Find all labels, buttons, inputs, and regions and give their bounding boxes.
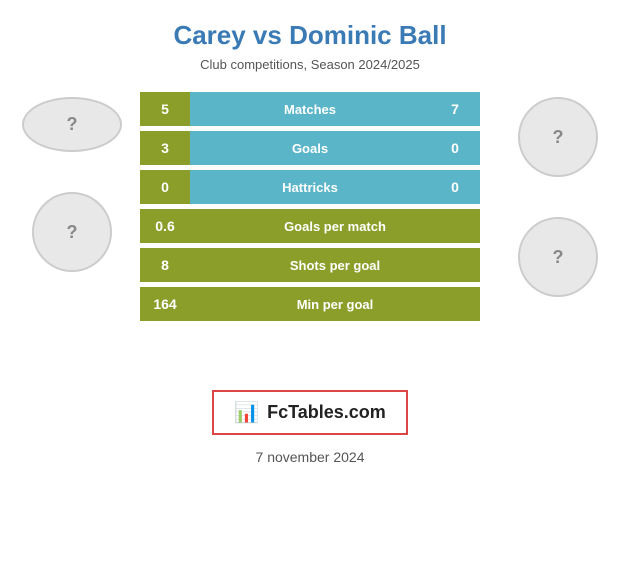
page-container: Carey vs Dominic Ball Club competitions,… — [0, 0, 620, 580]
gpm-left-val: 0.6 — [140, 209, 190, 243]
avatar-right-mid: ? — [518, 217, 598, 297]
brand-icon: 📊 — [234, 400, 259, 425]
spg-left-val: 8 — [140, 248, 190, 282]
mpg-label: Min per goal — [190, 287, 480, 321]
goals-label: Goals — [190, 131, 430, 165]
stats-table: 5 Matches 7 3 Goals 0 0 Hattricks 0 0.6 … — [140, 92, 480, 321]
page-title: Carey vs Dominic Ball — [173, 20, 446, 51]
goals-right-val: 0 — [430, 131, 480, 165]
stat-row-gpm: 0.6 Goals per match — [140, 209, 480, 243]
stat-row-hattricks: 0 Hattricks 0 — [140, 170, 480, 204]
avatar-left-top: ? — [22, 97, 122, 152]
stat-row-mpg: 164 Min per goal — [140, 287, 480, 321]
matches-right-val: 7 — [430, 92, 480, 126]
stat-row-matches: 5 Matches 7 — [140, 92, 480, 126]
hattricks-left-val: 0 — [140, 170, 190, 204]
avatar-right-top: ? — [518, 97, 598, 177]
avatar-right-mid-icon: ? — [553, 247, 564, 268]
branding-box: 📊 FcTables.com — [212, 390, 408, 435]
left-avatars: ? ? — [22, 92, 122, 372]
spg-label: Shots per goal — [190, 248, 480, 282]
right-avatars: ? ? — [518, 92, 598, 372]
goals-left-val: 3 — [140, 131, 190, 165]
matches-label: Matches — [190, 92, 430, 126]
brand-text: FcTables.com — [267, 402, 386, 423]
stat-row-goals: 3 Goals 0 — [140, 131, 480, 165]
avatar-left-top-icon: ? — [67, 114, 78, 135]
avatar-left-mid: ? — [32, 192, 112, 272]
page-subtitle: Club competitions, Season 2024/2025 — [200, 57, 420, 72]
hattricks-right-val: 0 — [430, 170, 480, 204]
date-label: 7 november 2024 — [256, 449, 365, 465]
gpm-label: Goals per match — [190, 209, 480, 243]
avatar-right-top-icon: ? — [553, 127, 564, 148]
avatar-left-mid-icon: ? — [67, 222, 78, 243]
mpg-left-val: 164 — [140, 287, 190, 321]
matches-left-val: 5 — [140, 92, 190, 126]
stat-row-spg: 8 Shots per goal — [140, 248, 480, 282]
hattricks-label: Hattricks — [190, 170, 430, 204]
